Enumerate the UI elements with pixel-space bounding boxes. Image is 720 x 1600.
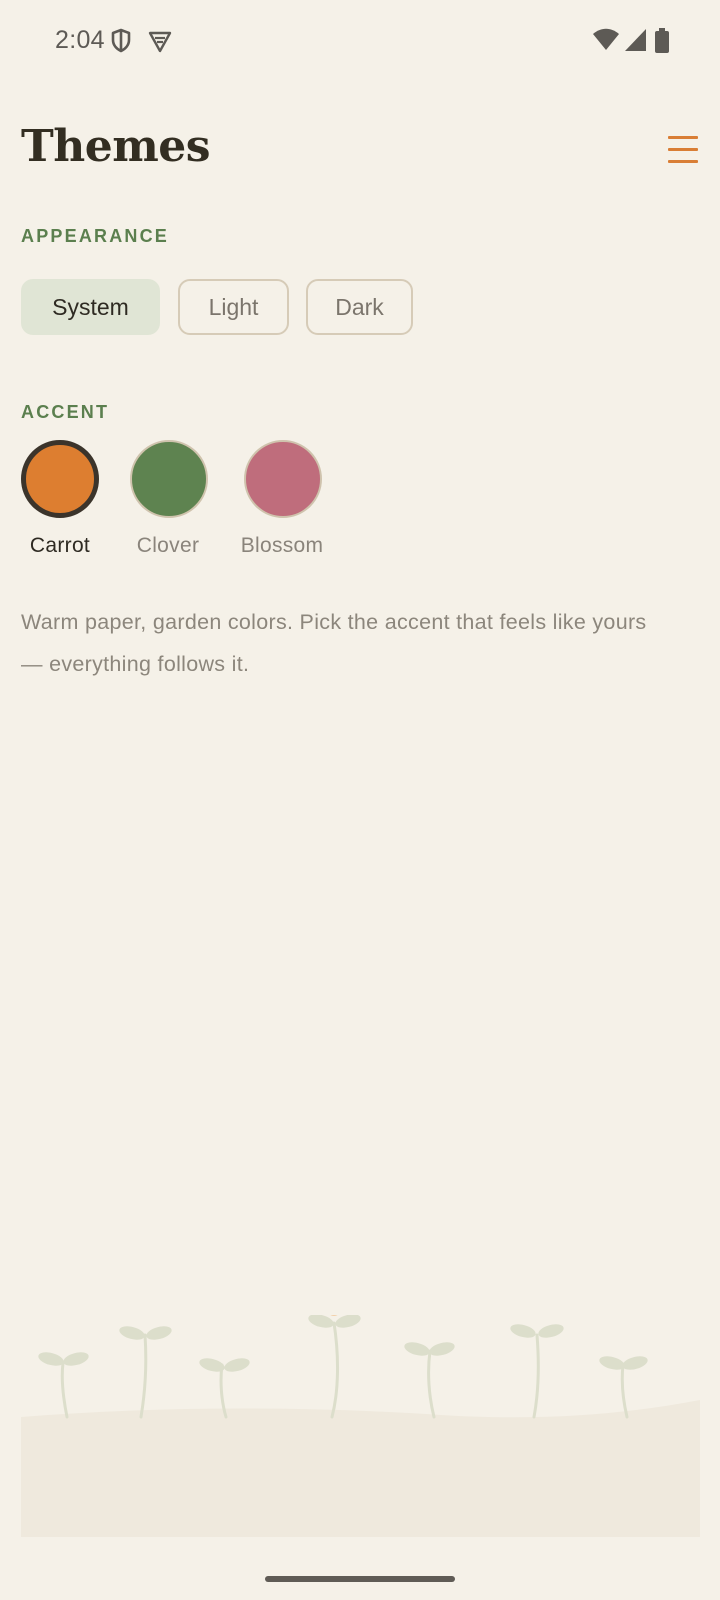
appearance-section-label: APPEARANCE bbox=[21, 226, 170, 246]
vpn-icon bbox=[148, 31, 172, 53]
status-bar: 2:04 bbox=[0, 0, 720, 86]
theme-description: Warm paper, garden colors. Pick the acce… bbox=[21, 610, 647, 676]
theme-system-button[interactable]: System bbox=[21, 279, 160, 335]
shield-icon bbox=[111, 28, 131, 53]
theme-light-button[interactable]: Light bbox=[178, 279, 289, 335]
accent-swatch-carrot[interactable] bbox=[21, 440, 99, 518]
accent-name-blossom: Blossom bbox=[240, 534, 324, 557]
page-title: Themes bbox=[21, 121, 211, 172]
wifi-icon bbox=[593, 28, 619, 50]
signal-icon bbox=[625, 29, 646, 51]
accent-swatch-blossom[interactable] bbox=[244, 440, 322, 518]
accent-name-clover: Clover bbox=[136, 534, 200, 557]
battery-icon bbox=[655, 28, 669, 53]
garden-sprouts-illustration bbox=[21, 1315, 700, 1537]
themes-screen: 2:04 Themes APPEARANCE System Light Dark… bbox=[0, 0, 720, 1600]
status-time: 2:04 bbox=[55, 26, 105, 54]
accent-swatch-clover[interactable] bbox=[130, 440, 208, 518]
home-indicator[interactable] bbox=[265, 1576, 455, 1582]
theme-dark-button[interactable]: Dark bbox=[306, 279, 413, 335]
accent-section-label: ACCENT bbox=[21, 402, 110, 422]
menu-button[interactable] bbox=[664, 134, 698, 166]
